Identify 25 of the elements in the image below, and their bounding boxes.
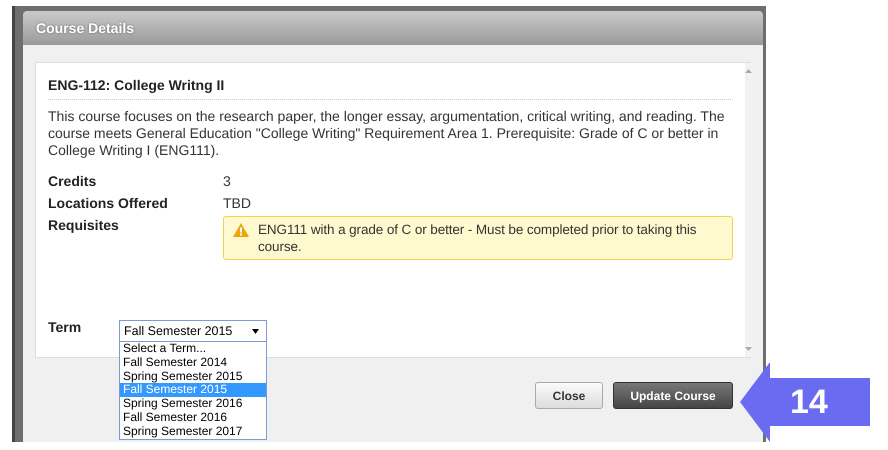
dialog-button[interactable]: Close [535,382,603,409]
course-description: This course focuses on the research paper, the longer essay, argumentation, critical writing, and reading. The course meets General Education "College Writing" Requirement Area 1. Prerequisite: Grade of C or better in College Writing I (ENG111). [48,108,726,159]
term-option[interactable]: Select a Term... [120,342,266,356]
dialog-title: Course Details [36,20,134,36]
warning-text: ENG111 with a grade of C or better - Must be completed prior to taking this course. [258,221,698,255]
detail-value: TBD [223,194,251,212]
term-option[interactable]: Spring Semester 2017 [120,424,266,439]
course-heading: ENG-112: College Writng II [48,77,733,100]
term-select[interactable]: Fall Semester 2015 [119,320,267,342]
term-option[interactable]: Spring Semester 2016 [120,397,266,411]
warning-icon [232,222,250,238]
detail-value: 3 [223,172,231,190]
detail-label: Credits [48,172,98,190]
term-label: Term [48,318,82,336]
scrollbar[interactable] [745,63,752,357]
scroll-down-icon[interactable] [745,347,752,351]
callout-number: 14 [790,383,828,421]
dialog-button[interactable]: Update Course [613,382,733,409]
term-option[interactable]: Fall Semester 2016 [120,410,266,425]
caret-icon [252,328,259,334]
term-option[interactable]: Spring Semester 2015 [120,370,266,384]
detail-label: Locations Offered [48,194,169,212]
term-option[interactable]: Fall Semester 2014 [120,356,266,370]
scroll-up-icon[interactable] [745,69,752,73]
detail-label: Requisites [48,216,120,234]
